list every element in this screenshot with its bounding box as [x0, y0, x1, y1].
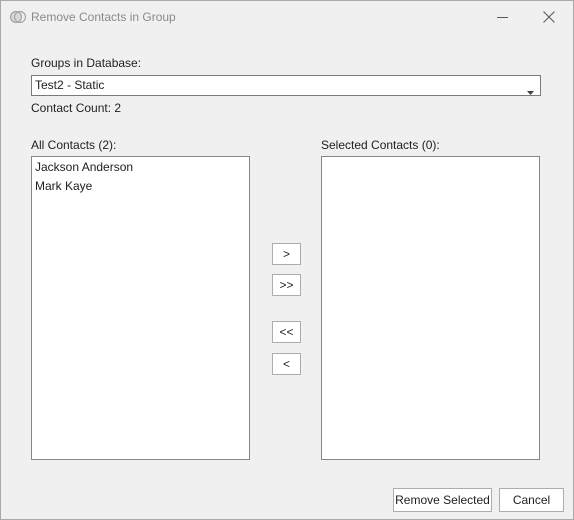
- groups-dropdown-value: Test2 - Static: [35, 78, 105, 92]
- intersecting-circles-icon: [9, 9, 27, 25]
- dialog-window: Remove Contacts in Group Groups in Datab…: [0, 0, 574, 520]
- list-item[interactable]: Jackson Anderson: [32, 158, 249, 177]
- add-all-button[interactable]: >>: [272, 274, 301, 296]
- add-one-button[interactable]: >: [272, 243, 301, 265]
- remove-one-button[interactable]: <: [272, 353, 301, 375]
- cancel-button[interactable]: Cancel: [499, 488, 564, 512]
- selected-contacts-list[interactable]: [321, 156, 540, 460]
- groups-label: Groups in Database:: [31, 56, 142, 70]
- remove-all-button[interactable]: <<: [272, 321, 301, 343]
- groups-dropdown[interactable]: Test2 - Static: [31, 75, 541, 96]
- all-contacts-list[interactable]: Jackson Anderson Mark Kaye: [31, 156, 250, 460]
- minimize-button[interactable]: [481, 3, 525, 31]
- list-item[interactable]: Mark Kaye: [32, 177, 249, 196]
- contact-count-label: Contact Count: 2: [31, 101, 122, 115]
- selected-contacts-label: Selected Contacts (0):: [321, 138, 440, 152]
- close-icon: [543, 11, 555, 23]
- minimize-icon: [497, 17, 508, 18]
- window-title: Remove Contacts in Group: [31, 10, 176, 24]
- chevron-down-icon[interactable]: [527, 84, 534, 98]
- title-bar[interactable]: Remove Contacts in Group: [1, 1, 573, 32]
- remove-selected-button[interactable]: Remove Selected: [393, 488, 492, 512]
- close-button[interactable]: [527, 3, 571, 31]
- all-contacts-label: All Contacts (2):: [31, 138, 117, 152]
